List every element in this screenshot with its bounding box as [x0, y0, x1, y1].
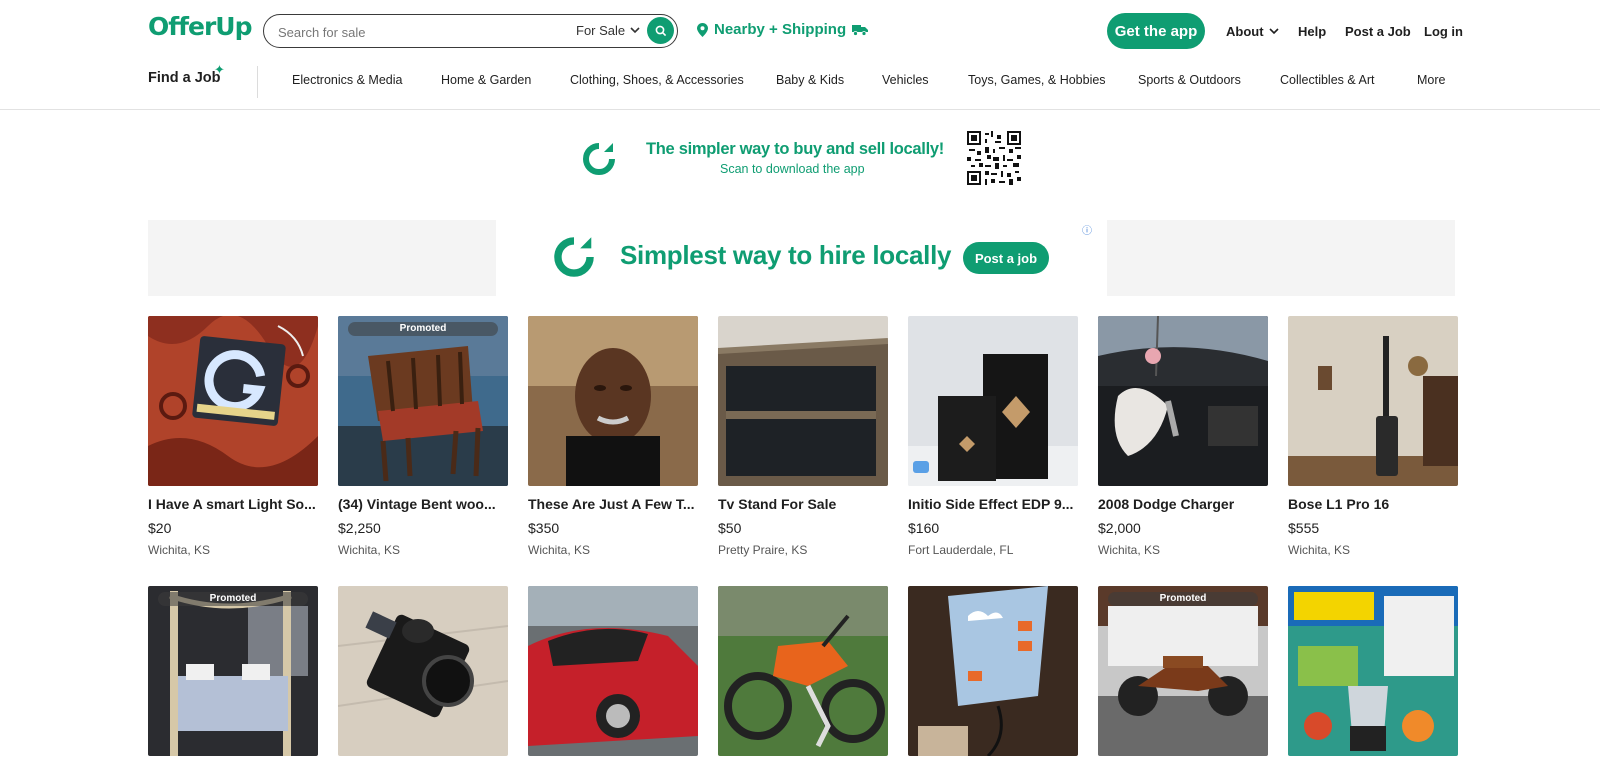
- app-banner-subtitle: Scan to download the app: [720, 162, 865, 176]
- divider: [257, 66, 258, 98]
- listing-price: $555: [1288, 520, 1320, 536]
- listing-price: $20: [148, 520, 172, 536]
- about-menu[interactable]: About: [1226, 24, 1279, 39]
- listing-image[interactable]: [148, 316, 318, 486]
- category-more[interactable]: More: [1417, 73, 1445, 87]
- listing-image[interactable]: [718, 316, 888, 486]
- listing-location: Wichita, KS: [148, 543, 211, 557]
- listing-title[interactable]: These Are Just A Few T...: [528, 496, 700, 512]
- chevron-down-icon: [1268, 28, 1279, 35]
- location-label: Nearby + Shipping: [714, 21, 847, 38]
- ad-side-panel: [1107, 220, 1455, 296]
- ad-title: Simplest way to hire locally: [620, 240, 952, 270]
- listing-image[interactable]: [528, 316, 698, 486]
- listing-image[interactable]: Promoted: [338, 316, 508, 486]
- offerup-logo[interactable]: OfferUp: [148, 12, 252, 41]
- promoted-badge: Promoted: [1108, 592, 1258, 606]
- category-collectibles-art[interactable]: Collectibles & Art: [1280, 73, 1374, 87]
- listing-image[interactable]: [1288, 316, 1458, 486]
- listing-image[interactable]: [338, 586, 508, 756]
- login-link[interactable]: Log in: [1424, 24, 1463, 39]
- app-banner-title: The simpler way to buy and sell locally!: [646, 140, 944, 158]
- category-sports-outdoors[interactable]: Sports & Outdoors: [1138, 73, 1241, 87]
- category-bar: Find a Job ✦ Electronics & Media Home & …: [0, 58, 1600, 110]
- help-link[interactable]: Help: [1298, 24, 1326, 39]
- listing-location: Wichita, KS: [1288, 543, 1351, 557]
- find-job-link[interactable]: Find a Job ✦: [148, 62, 225, 86]
- sparkle-icon: ✦: [214, 62, 225, 77]
- listing-title[interactable]: I Have A smart Light So...: [148, 496, 320, 512]
- listing-price: $350: [528, 520, 560, 536]
- listing-price: $160: [908, 520, 940, 536]
- search-mode-label: For Sale: [576, 23, 626, 38]
- category-vehicles[interactable]: Vehicles: [882, 73, 929, 87]
- job-ad-banner[interactable]: Simplest way to hire locally Post a job …: [148, 220, 1455, 296]
- offerup-ring-icon: [554, 237, 594, 277]
- offerup-ring-icon: [583, 143, 615, 175]
- search-bar: For Sale: [263, 14, 678, 48]
- promoted-badge: Promoted: [158, 592, 308, 606]
- listing-price: $50: [718, 520, 742, 536]
- search-button[interactable]: [647, 17, 674, 44]
- category-baby-kids[interactable]: Baby & Kids: [776, 73, 844, 87]
- about-label: About: [1226, 24, 1264, 39]
- listing-image[interactable]: [528, 586, 698, 756]
- find-job-label: Find a Job: [148, 70, 221, 86]
- listing-location: Wichita, KS: [528, 543, 591, 557]
- promoted-badge: Promoted: [348, 322, 498, 336]
- category-home-garden[interactable]: Home & Garden: [441, 73, 531, 87]
- app-download-banner[interactable]: The simpler way to buy and sell locally!…: [580, 128, 1030, 188]
- listing-title[interactable]: (34) Vintage Bent woo...: [338, 496, 510, 512]
- top-bar: OfferUp For Sale Nearby + Shipping Get t…: [0, 0, 1600, 58]
- ad-side-panel: [148, 220, 496, 296]
- map-pin-icon: [697, 22, 708, 37]
- search-icon: [655, 25, 666, 36]
- listing-title[interactable]: 2008 Dodge Charger: [1098, 496, 1270, 512]
- search-mode-dropdown[interactable]: For Sale: [576, 23, 640, 38]
- listing-location: Wichita, KS: [1098, 543, 1161, 557]
- listing-price: $2,250: [338, 520, 381, 536]
- truck-icon: [852, 24, 869, 36]
- listing-title[interactable]: Tv Stand For Sale: [718, 496, 890, 512]
- listing-location: Fort Lauderdale, FL: [908, 543, 1014, 557]
- listing-image[interactable]: [718, 586, 888, 756]
- chevron-down-icon: [630, 27, 640, 34]
- listing-title[interactable]: Bose L1 Pro 16: [1288, 496, 1460, 512]
- post-job-button[interactable]: Post a job: [963, 242, 1049, 274]
- listing-price: $2,000: [1098, 520, 1141, 536]
- qr-code: [967, 131, 1021, 185]
- listing-image[interactable]: [1098, 316, 1268, 486]
- category-clothing-shoes-accessories[interactable]: Clothing, Shoes, & Accessories: [570, 73, 744, 87]
- listing-image[interactable]: [1288, 586, 1458, 756]
- category-toys-games-hobbies[interactable]: Toys, Games, & Hobbies: [968, 73, 1106, 87]
- listing-title[interactable]: Initio Side Effect EDP 9...: [908, 496, 1080, 512]
- ad-info-icon[interactable]: ⓘ: [1082, 222, 1092, 237]
- listing-image[interactable]: Promoted: [148, 586, 318, 756]
- post-job-link[interactable]: Post a Job: [1345, 24, 1411, 39]
- get-app-button[interactable]: Get the app: [1107, 13, 1205, 49]
- listing-image[interactable]: Promoted: [1098, 586, 1268, 756]
- listing-location: Pretty Praire, KS: [718, 543, 808, 557]
- search-input[interactable]: [278, 23, 548, 41]
- listing-location: Wichita, KS: [338, 543, 401, 557]
- location-selector[interactable]: Nearby + Shipping: [697, 21, 869, 38]
- category-electronics-media[interactable]: Electronics & Media: [292, 73, 402, 87]
- listing-image[interactable]: [908, 586, 1078, 756]
- listing-image[interactable]: [908, 316, 1078, 486]
